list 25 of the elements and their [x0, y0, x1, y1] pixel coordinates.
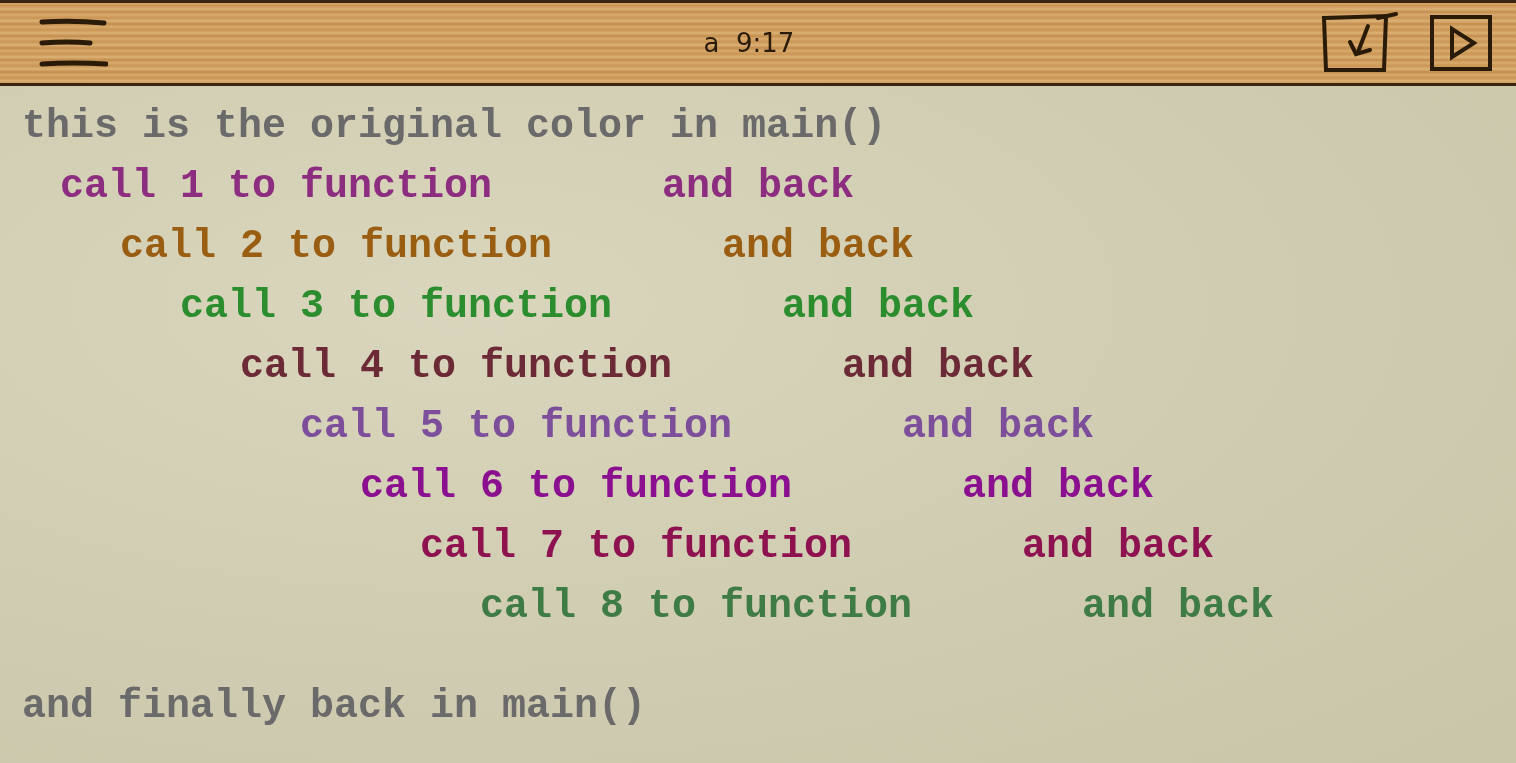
call-text: call 5 to function: [300, 403, 733, 449]
return-text: and back: [1082, 583, 1275, 629]
arrow-into-box-icon: [1320, 12, 1400, 74]
return-text: and back: [1022, 523, 1215, 569]
call-text: call 4 to function: [240, 343, 673, 389]
return-text: and back: [842, 343, 1035, 389]
menu-button[interactable]: [38, 17, 108, 69]
call-text: call 2 to function: [120, 223, 553, 269]
call-text: call 7 to function: [420, 523, 853, 569]
call-text: call 1 to function: [60, 163, 493, 209]
menu-icon: [38, 17, 108, 69]
step-back-button[interactable]: [1320, 12, 1400, 74]
call-text: call 8 to function: [480, 583, 913, 629]
code-line: this is the original color in main(): [22, 103, 887, 149]
return-text: and back: [902, 403, 1095, 449]
call-text: call 6 to function: [360, 463, 793, 509]
code-line: and finally back in main(): [22, 683, 647, 729]
return-text: and back: [722, 223, 915, 269]
play-button[interactable]: [1428, 13, 1494, 73]
toolbar-title: a 9:17: [703, 28, 795, 58]
call-text: call 3 to function: [180, 283, 613, 329]
play-in-box-icon: [1428, 13, 1494, 73]
return-text: and back: [662, 163, 855, 209]
return-text: and back: [962, 463, 1155, 509]
return-text: and back: [782, 283, 975, 329]
